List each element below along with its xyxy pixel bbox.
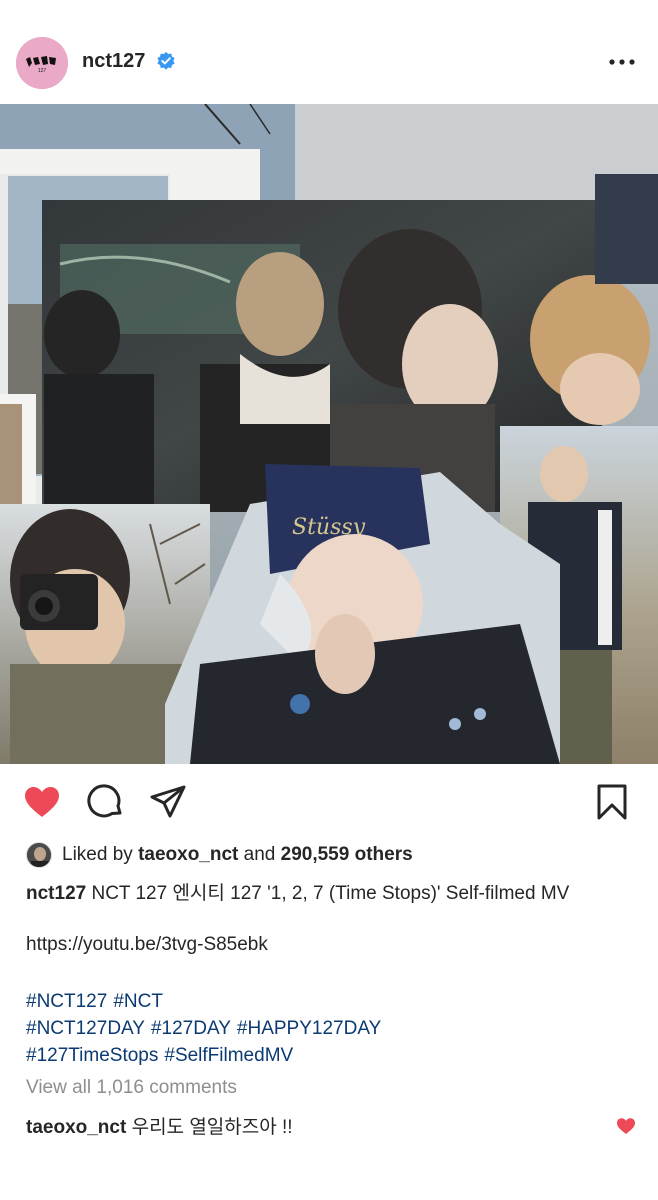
view-all-comments-link[interactable]: View all 1,016 comments — [26, 1077, 237, 1099]
caption-link[interactable]: https://youtu.be/3tvg-S85ebk — [26, 934, 268, 956]
liker-avatar[interactable] — [26, 842, 52, 868]
liked-conjunction: and — [243, 844, 276, 865]
avatar-logo: 127 — [16, 37, 68, 89]
hashtag[interactable]: #127TimeStops — [26, 1045, 158, 1066]
heart-filled-icon[interactable] — [22, 782, 62, 822]
hashtag[interactable]: #NCT — [113, 991, 163, 1012]
comment-username[interactable]: taeoxo_nct — [26, 1117, 126, 1138]
hashtag[interactable]: #HAPPY127DAY — [237, 1018, 381, 1039]
post-header: 127 nct127 — [0, 0, 658, 104]
hashtag[interactable]: #127DAY — [151, 1018, 231, 1039]
likes-count[interactable]: 290,559 others — [281, 844, 413, 866]
post-caption: nct127 NCT 127 엔시티 127 '1, 2, 7 (Time St… — [26, 880, 646, 907]
comment-icon[interactable] — [86, 782, 126, 822]
caption-username[interactable]: nct127 — [26, 883, 86, 904]
liker-username[interactable]: taeoxo_nct — [138, 844, 238, 866]
collage-photo: Stüssy — [0, 104, 658, 764]
comment-like-icon[interactable] — [616, 1117, 636, 1135]
avatar-text: 127 — [38, 68, 47, 74]
post-username[interactable]: nct127 — [82, 50, 145, 73]
action-bar — [0, 764, 658, 840]
comment-text: 우리도 열일하즈아 !! — [131, 1117, 293, 1138]
more-options-icon[interactable] — [608, 54, 636, 70]
top-comment: taeoxo_nct 우리도 열일하즈아 !! — [26, 1112, 293, 1139]
bookmark-icon[interactable] — [592, 782, 632, 822]
liked-prefix: Liked by — [62, 844, 133, 865]
verified-badge-icon — [157, 52, 175, 70]
hashtags: #NCT127 #NCT #NCT127DAY #127DAY #HAPPY127DA… — [26, 988, 387, 1069]
send-icon[interactable] — [148, 782, 188, 822]
hashtag-line: #NCT127DAY #127DAY #HAPPY127DAY — [26, 1015, 387, 1042]
hashtag-line: #NCT127 #NCT — [26, 988, 387, 1015]
hashtag[interactable]: #NCT127DAY — [26, 1018, 145, 1039]
post-image[interactable]: Stüssy — [0, 104, 658, 764]
profile-avatar[interactable]: 127 — [16, 37, 68, 89]
caption-text: NCT 127 엔시티 127 '1, 2, 7 (Time Stops)' S… — [91, 883, 570, 904]
likes-summary[interactable]: Liked by taeoxo_nct and 290,559 others — [26, 842, 413, 868]
liker-avatar-image — [27, 843, 51, 867]
hashtag[interactable]: #NCT127 — [26, 991, 107, 1012]
hashtag[interactable]: #SelfFilmedMV — [164, 1045, 293, 1066]
hashtag-line: #127TimeStops #SelfFilmedMV — [26, 1042, 387, 1069]
